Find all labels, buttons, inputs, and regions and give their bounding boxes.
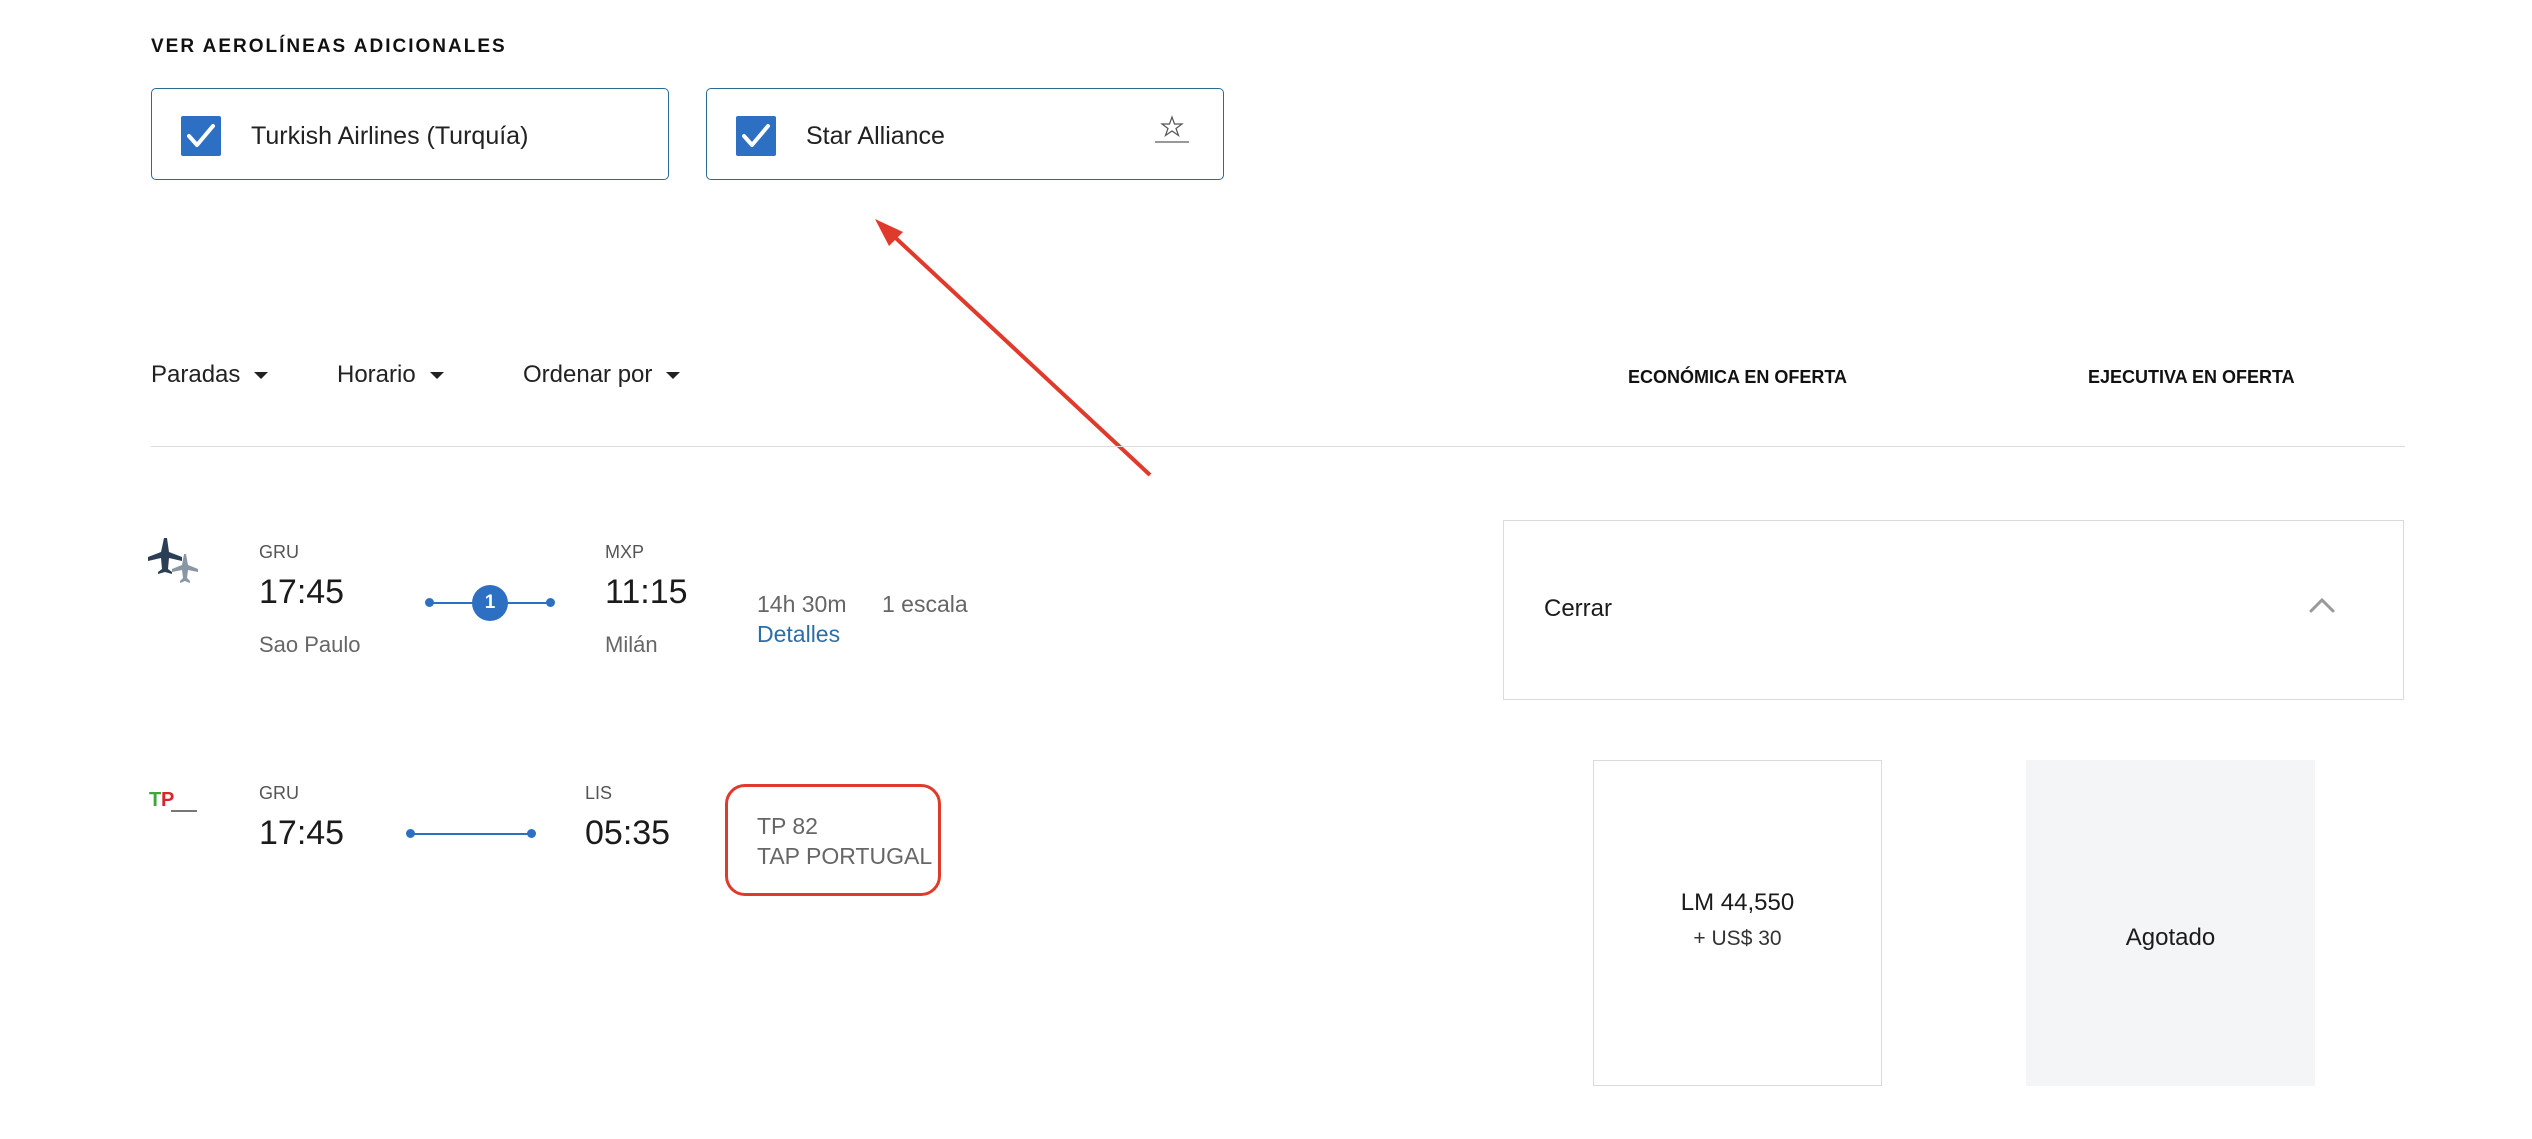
annotation-highlight (725, 784, 941, 896)
route-line (411, 833, 531, 835)
chevron-up-icon (2309, 597, 2335, 618)
economy-fare-card[interactable]: LM 44,550 + US$ 30 (1593, 760, 1882, 1086)
star-alliance-icon (1149, 113, 1195, 151)
svg-text:T: T (149, 789, 161, 811)
airline-filter-label: Star Alliance (806, 122, 945, 150)
airline-filter-label: Turkish Airlines (Turquía) (251, 122, 529, 150)
stops-badge: 1 (472, 585, 508, 621)
schedule-filter-label: Horario (337, 361, 416, 388)
economy-column-header: ECONÓMICA EN OFERTA (1628, 367, 1847, 387)
business-column-header: EJECUTIVA EN OFERTA (2088, 367, 2295, 387)
airline-filter-turkish[interactable]: Turkish Airlines (Turquía) (151, 88, 669, 180)
airline-filter-star-alliance[interactable]: Star Alliance (706, 88, 1224, 180)
tap-portugal-logo: T P (149, 788, 201, 821)
caret-down-icon (254, 371, 269, 379)
origin-code: GRU (259, 783, 299, 803)
checkbox-checked-icon[interactable] (736, 116, 776, 156)
sort-label: Ordenar por (523, 361, 653, 388)
economy-fee: + US$ 30 (1693, 927, 1782, 950)
destination-city: Milán (605, 632, 658, 657)
stops-filter-label: Paradas (151, 361, 241, 388)
svg-text:P: P (161, 789, 174, 811)
origin-city: Sao Paulo (259, 632, 361, 657)
business-fare-card: Agotado (2026, 760, 2315, 1086)
multi-airline-icon (148, 536, 202, 591)
close-label: Cerrar (1544, 595, 1613, 622)
details-link[interactable]: Detalles (757, 621, 840, 648)
departure-time: 17:45 (259, 573, 345, 611)
caret-down-icon (666, 371, 681, 379)
route-end-dot (527, 829, 536, 838)
route-end-dot (546, 598, 555, 607)
stops-text: 1 escala (882, 591, 968, 617)
arrival-time: 05:35 (585, 814, 671, 852)
close-fares-button[interactable]: Cerrar (1503, 520, 2404, 700)
sort-dropdown[interactable]: Ordenar por (523, 361, 681, 389)
destination-code: LIS (585, 783, 613, 803)
stops-filter-dropdown[interactable]: Paradas (151, 361, 269, 389)
economy-price: LM 44,550 (1680, 889, 1795, 916)
checkbox-checked-icon[interactable] (181, 116, 221, 156)
departure-time: 17:45 (259, 814, 345, 852)
sold-out-label: Agotado (2125, 924, 2216, 951)
arrival-time: 11:15 (605, 573, 688, 611)
origin-code: GRU (259, 542, 299, 562)
destination-code: MXP (605, 542, 645, 562)
flight-duration: 14h 30m (757, 591, 847, 617)
additional-airlines-title: VER AEROLÍNEAS ADICIONALES (151, 36, 507, 57)
divider (151, 446, 2405, 447)
caret-down-icon (429, 371, 444, 379)
schedule-filter-dropdown[interactable]: Horario (337, 361, 444, 389)
